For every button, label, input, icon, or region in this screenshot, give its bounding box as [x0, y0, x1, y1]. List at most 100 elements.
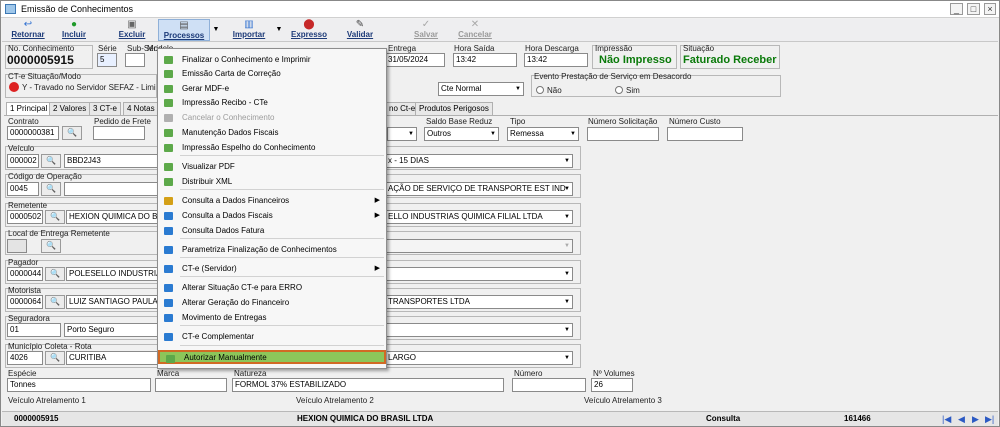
pagador-code-field[interactable]: 0000044 — [7, 267, 43, 281]
operacao-select[interactable]: AÇÃO DE SERVIÇO DE TRANSPORTE EST IND ▼ — [385, 182, 573, 196]
remetente-code-field[interactable]: 0000502 — [7, 210, 43, 224]
menu-item-visualizar-pdf[interactable]: Visualizar PDF — [158, 160, 386, 174]
prazo-select[interactable]: x - 15 DIAS ▼ — [385, 154, 573, 168]
menu-item-icon — [164, 85, 173, 93]
veiculo-code-field[interactable]: 000002 — [7, 154, 39, 168]
expresso-button[interactable]: ⬤ Expresso — [289, 19, 329, 41]
cod-operacao-field[interactable]: 0045 — [7, 182, 39, 196]
tipo-select[interactable]: Remessa ▼ — [507, 127, 579, 141]
prev-record-icon[interactable]: ◀ — [958, 414, 965, 425]
num-custo-label: Número Custo — [669, 117, 721, 126]
municipio-code-field[interactable]: 4026 — [7, 351, 43, 365]
tab-principal[interactable]: 1 Principal — [6, 102, 52, 115]
search-icon[interactable]: 🔍 — [41, 239, 61, 253]
search-icon[interactable]: 🔍 — [62, 126, 82, 140]
menu-item-cancelar-o-conhecimento[interactable]: Cancelar o Conhecimento — [158, 111, 386, 125]
operacao-desc-field[interactable] — [64, 182, 158, 196]
menu-item-ct-e-servidor[interactable]: CT-e (Servidor) ▶ — [158, 262, 386, 276]
menu-item-manutencao-dados-fiscais[interactable]: Manutenção Dados Fiscais — [158, 126, 386, 140]
menu-item-distribuir-xml[interactable]: Distribuir XML — [158, 175, 386, 189]
saldo-select[interactable]: Outros ▼ — [424, 127, 499, 141]
importar-button[interactable]: ▥ Importar — [226, 19, 272, 41]
hora-saida-field[interactable]: 13:42 — [453, 53, 517, 67]
menu-item-emissao-carta-de-correcao[interactable]: Emissão Carta de Correção — [158, 67, 386, 81]
volumes-field[interactable]: 26 — [591, 378, 633, 392]
transportadora-select[interactable]: TRANSPORTES LTDA ▼ — [385, 295, 573, 309]
marca-field[interactable] — [155, 378, 227, 392]
search-icon[interactable]: 🔍 — [45, 295, 65, 309]
menu-item-autorizar-manualmente[interactable]: Autorizar Manualmente — [158, 350, 386, 364]
salvar-button[interactable]: ✓ Salvar — [408, 19, 444, 41]
first-record-icon[interactable]: |◀ — [942, 414, 951, 425]
motorista-field[interactable]: LUIZ SANTIAGO PAULA — [66, 295, 158, 309]
local-entrega-select[interactable]: ▼ — [385, 239, 573, 253]
menu-item-finalizar-o-conhecimento-e-imprimir[interactable]: Finalizar o Conhecimento e Imprimir — [158, 53, 386, 67]
pedido-field[interactable] — [93, 126, 145, 140]
seguradora-select[interactable]: ▼ — [385, 323, 573, 337]
motorista-code-field[interactable]: 0000064 — [7, 295, 43, 309]
num-custo-field[interactable] — [667, 127, 743, 141]
radio-sim[interactable] — [615, 86, 623, 94]
validar-button[interactable]: ✎ Validar — [342, 19, 378, 41]
close-icon[interactable]: × — [984, 3, 996, 15]
contrato-field[interactable]: 0000000381 — [7, 126, 59, 140]
remetente-field[interactable]: HEXION QUIMICA DO BR — [66, 210, 158, 224]
search-icon[interactable]: 🔍 — [41, 154, 61, 168]
menu-separator — [180, 257, 384, 258]
menu-item-impressao-recibo-cte[interactable]: Impressão Recibo - CTe — [158, 96, 386, 110]
especie-field[interactable]: Tonnes — [7, 378, 151, 392]
incluir-button[interactable]: ● Incluir — [56, 19, 92, 41]
search-icon[interactable]: 🔍 — [45, 351, 65, 365]
seguradora-field[interactable]: Porto Seguro — [64, 323, 158, 337]
menu-item-parametriza-finalizacao-de-conhecimentos[interactable]: Parametriza Finalização de Conhecimentos — [158, 243, 386, 257]
destinatario-select[interactable]: ELLO INDUSTRIAS QUIMICA FILIAL LTDA ▼ — [385, 210, 573, 224]
cte-tipo-select[interactable]: Cte Normal ▼ — [438, 82, 524, 96]
hora-descarga-field[interactable]: 13:42 — [524, 53, 588, 67]
veiculo-field[interactable]: BBD2J43 — [64, 154, 158, 168]
tab-produtos-perigosos[interactable]: Produtos Perigosos — [415, 102, 493, 115]
expresso-icon: ⬤ — [303, 19, 315, 30]
search-icon[interactable]: 🔍 — [41, 182, 61, 196]
minimize-icon[interactable]: _ — [950, 3, 963, 15]
menu-item-consulta-dados-fatura[interactable]: Consulta Dados Fatura — [158, 224, 386, 238]
search-icon[interactable]: 🔍 — [45, 210, 65, 224]
chevron-right-icon: ▶ — [374, 197, 380, 204]
menu-item-ct-e-complementar[interactable]: CT-e Complementar — [158, 330, 386, 344]
menu-item-impressao-espelho-do-conhecimento[interactable]: Impressão Espelho do Conhecimento — [158, 141, 386, 155]
menu-item-consulta-a-dados-financeiros[interactable]: Consulta a Dados Financeiros ▶ — [158, 194, 386, 208]
tab-valores[interactable]: 2 Valores — [49, 102, 91, 115]
maximize-icon[interactable]: □ — [967, 3, 980, 15]
menu-item-gerar-mdf-e[interactable]: Gerar MDF-e — [158, 82, 386, 96]
status-bar: 0000005915 HEXION QUIMICA DO BRASIL LTDA… — [2, 411, 998, 426]
menu-item-consulta-a-dados-fiscais[interactable]: Consulta a Dados Fiscais ▶ — [158, 209, 386, 223]
numero-field[interactable] — [512, 378, 586, 392]
subserie-field[interactable] — [125, 53, 145, 67]
processos-button[interactable]: ▤ Processos — [158, 19, 210, 41]
remetente-label: Remetente — [8, 201, 48, 210]
rota-select[interactable]: LARGO ▼ — [385, 351, 573, 365]
seguradora-code-field[interactable]: 01 — [7, 323, 61, 337]
excluir-button[interactable]: ▣ Excluir — [114, 19, 150, 41]
serie-field[interactable]: 5 — [97, 53, 117, 67]
cancelar-button[interactable]: ✕ Cancelar — [454, 19, 496, 41]
retornar-button[interactable]: ↩ Retornar — [8, 19, 48, 41]
pagador-field[interactable]: POLESELLO INDUSTRIA — [66, 267, 158, 281]
municipio-field[interactable]: CURITIBA — [66, 351, 158, 365]
entrega-field[interactable]: 31/05/2024 — [385, 53, 445, 67]
menu-item-alterar-geracao-do-financeiro[interactable]: Alterar Geração do Financeiro — [158, 296, 386, 310]
local-entrega-code-field[interactable] — [7, 239, 27, 253]
pagador-select[interactable]: ▼ — [385, 267, 573, 281]
importar-dropdown-icon[interactable]: ▼ — [274, 19, 284, 41]
natureza-field[interactable]: FORMOL 37% ESTABILIZADO — [232, 378, 504, 392]
field-select-a[interactable]: ▼ — [387, 127, 417, 141]
menu-item-alterar-situacao-ct-e-para-erro[interactable]: Alterar Situação CT-e para ERRO — [158, 281, 386, 295]
next-record-icon[interactable]: ▶ — [972, 414, 979, 425]
last-record-icon[interactable]: ▶| — [985, 414, 994, 425]
radio-nao[interactable] — [536, 86, 544, 94]
tab-cte[interactable]: 3 CT-e — [89, 102, 122, 115]
processos-dropdown-icon[interactable]: ▼ — [211, 19, 221, 41]
num-solic-field[interactable] — [587, 127, 659, 141]
no-conhecimento-label: No. Conhecimento — [8, 44, 75, 53]
search-icon[interactable]: 🔍 — [45, 267, 65, 281]
menu-item-movimento-de-entregas[interactable]: Movimento de Entregas — [158, 311, 386, 325]
